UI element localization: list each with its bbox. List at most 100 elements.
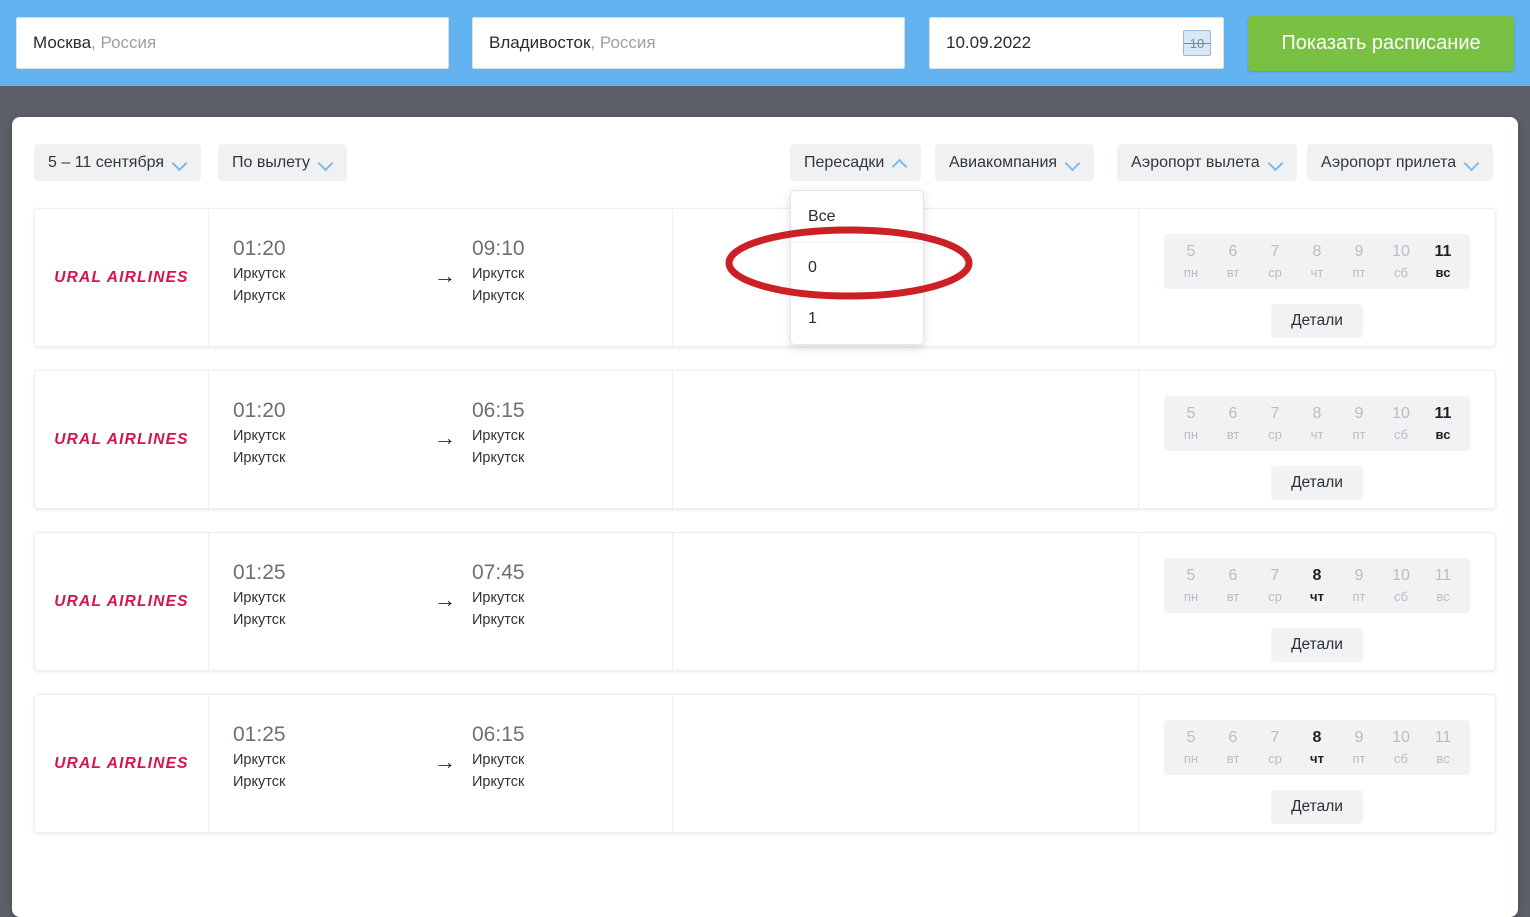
day-cell[interactable]: 6 вт [1212, 727, 1254, 768]
day-number: 8 [1312, 729, 1322, 746]
details-button[interactable]: Детали [1271, 790, 1363, 824]
departure-time: 01:20 [233, 237, 286, 260]
filter-transfers[interactable]: Пересадки [790, 144, 922, 181]
filter-departure-airport[interactable]: Аэропорт вылета [1117, 144, 1297, 181]
details-button[interactable]: Детали [1271, 304, 1363, 338]
ural-airlines-logo: URAL AIRLINES [54, 592, 189, 610]
day-weekday: вт [1226, 589, 1240, 604]
arrival-city: Иркутск [472, 752, 525, 768]
flight-times-cell: 01:20 Иркутск Иркутск → 06:15 Иркутск Иркутск [209, 371, 673, 508]
day-weekday: вс [1435, 427, 1451, 442]
arrival-time: 09:10 [472, 237, 525, 260]
airline-logo-cell: URAL AIRLINES [35, 533, 209, 670]
transfers-option[interactable]: Все [791, 191, 923, 242]
day-cell[interactable]: 9 пт [1338, 565, 1380, 606]
day-cell[interactable]: 8 чт [1296, 241, 1338, 282]
arrow-right-icon-wrap: → [418, 235, 472, 287]
day-cell[interactable]: 5 пн [1170, 565, 1212, 606]
destination-input[interactable]: Владивосток, Россия [472, 17, 905, 69]
day-weekday: вс [1435, 265, 1451, 280]
day-cell[interactable]: 9 пт [1338, 727, 1380, 768]
transfers-option[interactable]: 0 [791, 242, 923, 293]
day-weekday: чт [1310, 751, 1324, 766]
airline-logo-cell: URAL AIRLINES [35, 371, 209, 508]
day-weekday: пт [1352, 427, 1366, 442]
day-weekday: вс [1436, 751, 1450, 766]
day-cell[interactable]: 10 сб [1380, 403, 1422, 444]
filter-airline[interactable]: Авиакомпания [935, 144, 1095, 181]
flight-row[interactable]: URAL AIRLINES 01:25 Иркутск Иркутск → 06:15 Ир… [34, 694, 1496, 833]
flight-times-cell: 01:25 Иркутск Иркутск → 07:45 Иркутск Иркутск [209, 533, 673, 670]
day-cell[interactable]: 5 пн [1170, 241, 1212, 282]
filter-week-range[interactable]: 5 – 11 сентября [34, 144, 202, 181]
day-weekday: пн [1183, 427, 1199, 442]
date-value: 10.09.2022 [946, 33, 1032, 52]
departure-time: 01:25 [233, 723, 286, 746]
day-number: 6 [1228, 243, 1238, 260]
day-cell[interactable]: 10 сб [1380, 565, 1422, 606]
day-number: 10 [1392, 243, 1410, 260]
filter-arrival-airport[interactable]: Аэропорт прилета [1307, 144, 1494, 181]
day-weekday: сб [1394, 265, 1408, 280]
details-button[interactable]: Детали [1271, 466, 1363, 500]
filter-sort[interactable]: По вылету [218, 144, 348, 181]
arrival: 09:10 Иркутск Иркутск [472, 235, 657, 307]
day-cell[interactable]: 8 чт [1296, 727, 1338, 768]
date-input[interactable]: 10.09.2022 10 [929, 17, 1224, 69]
day-weekday: сб [1394, 427, 1408, 442]
day-cell[interactable]: 10 сб [1380, 241, 1422, 282]
origin-input[interactable]: Москва, Россия [16, 17, 449, 69]
day-cell[interactable]: 7 ср [1254, 403, 1296, 444]
ural-airlines-logo: URAL AIRLINES [54, 268, 189, 286]
flight-row[interactable]: URAL AIRLINES 01:20 Иркутск Иркутск → 06:15 Ир… [34, 370, 1496, 509]
day-cell[interactable]: 6 вт [1212, 403, 1254, 444]
transfers-option[interactable]: 1 [791, 293, 923, 344]
day-cell[interactable]: 9 пт [1338, 241, 1380, 282]
day-weekday: сб [1394, 589, 1408, 604]
filter-week-range-label: 5 – 11 сентября [48, 153, 165, 171]
day-number: 10 [1392, 567, 1410, 584]
day-cell[interactable]: 9 пт [1338, 403, 1380, 444]
filter-departure-airport-label: Аэропорт вылета [1131, 153, 1260, 171]
day-cell[interactable]: 7 ср [1254, 727, 1296, 768]
day-cell[interactable]: 5 пн [1170, 403, 1212, 444]
day-cell[interactable]: 6 вт [1212, 565, 1254, 606]
day-number: 11 [1434, 243, 1452, 260]
ural-airlines-logo: URAL AIRLINES [54, 754, 189, 772]
flight-row[interactable]: URAL AIRLINES 01:25 Иркутск Иркутск → 07:45 Ир… [34, 532, 1496, 671]
day-cell[interactable]: 11 вс [1422, 727, 1464, 768]
day-weekday: ср [1268, 751, 1282, 766]
filter-arrival-airport-label: Аэропорт прилета [1321, 153, 1457, 171]
day-cell[interactable]: 11 вс [1422, 241, 1464, 282]
day-number: 8 [1312, 567, 1322, 584]
day-cell[interactable]: 8 чт [1296, 403, 1338, 444]
day-cell[interactable]: 8 чт [1296, 565, 1338, 606]
flight-row[interactable]: URAL AIRLINES 01:20 Иркутск Иркутск → 09:10 Ир… [34, 208, 1496, 347]
day-cell[interactable]: 7 ср [1254, 241, 1296, 282]
day-cell[interactable]: 11 вс [1422, 403, 1464, 444]
day-number: 5 [1186, 243, 1196, 260]
day-number: 6 [1228, 405, 1238, 422]
departure-airport: Иркутск [233, 288, 286, 304]
day-number: 6 [1228, 567, 1238, 584]
day-number: 7 [1270, 405, 1280, 422]
day-number: 5 [1186, 729, 1196, 746]
details-button[interactable]: Детали [1271, 628, 1363, 662]
arrival: 06:15 Иркутск Иркутск [472, 721, 657, 793]
day-cell[interactable]: 10 сб [1380, 727, 1422, 768]
day-cell[interactable]: 11 вс [1422, 565, 1464, 606]
calendar-icon[interactable]: 10 [1183, 30, 1211, 56]
departure: 01:25 Иркутск Иркутск [233, 721, 418, 793]
show-schedule-button[interactable]: Показать расписание [1248, 16, 1514, 71]
transfers-dropdown: Все 0 1 [790, 190, 924, 345]
day-cell[interactable]: 5 пн [1170, 727, 1212, 768]
day-cell[interactable]: 6 вт [1212, 241, 1254, 282]
day-cell[interactable]: 7 ср [1254, 565, 1296, 606]
arrow-right-icon-wrap: → [418, 397, 472, 449]
transfers-cell [673, 533, 1139, 670]
airline-logo-cell: URAL AIRLINES [35, 209, 209, 346]
departure-time: 01:25 [233, 561, 286, 584]
arrival-airport: Иркутск [472, 612, 525, 628]
origin-country: , Россия [91, 33, 157, 52]
day-weekday: ср [1268, 265, 1282, 280]
